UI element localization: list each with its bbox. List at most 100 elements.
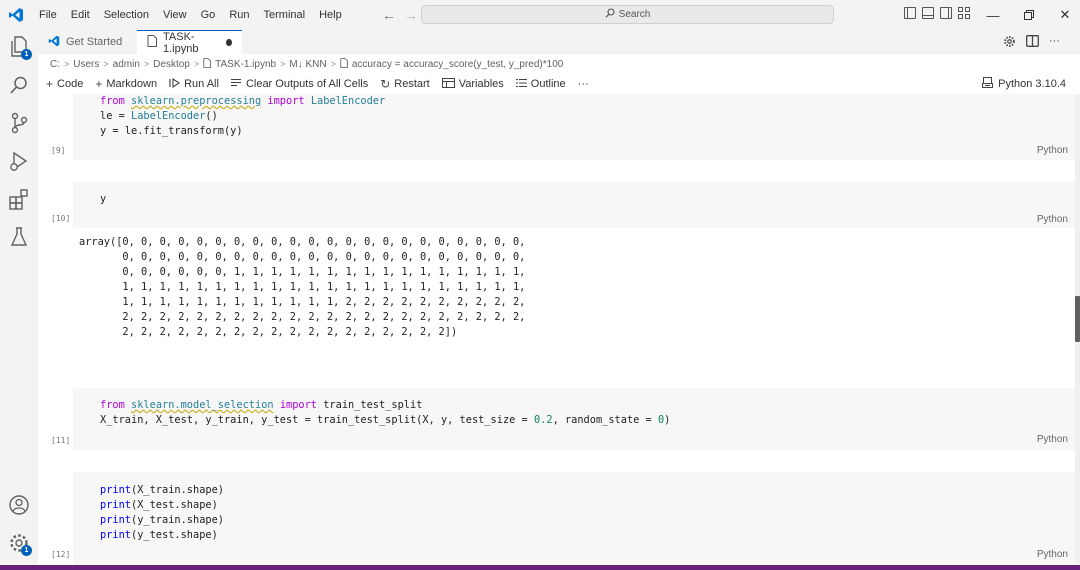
breadcrumb-item[interactable]: accuracy = accuracy_score(y_test, y_pred… — [352, 59, 564, 70]
execution-count: [12] — [51, 550, 71, 559]
gear-icon[interactable] — [1003, 35, 1016, 51]
editor-tabs: Get Started TASK-1.ipynb ··· — [38, 30, 1080, 55]
variables-button[interactable]: Variables — [441, 77, 504, 91]
layout-controls — [904, 7, 970, 19]
code-cell[interactable]: y Python — [73, 182, 1075, 228]
toggle-primary-sidebar-icon[interactable] — [904, 7, 916, 19]
explorer-icon[interactable]: 1 — [7, 35, 32, 60]
cell-language[interactable]: Python — [1037, 145, 1068, 156]
more-icon: ··· — [577, 78, 589, 90]
cell-output: array([0, 0, 0, 0, 0, 0, 0, 0, 0, 0, 0, … — [79, 236, 526, 338]
restore-icon[interactable] — [1011, 0, 1047, 30]
chevron-right-icon: > — [143, 59, 150, 69]
outline-button[interactable]: Outline — [515, 78, 566, 91]
cell-source[interactable]: from sklearn.model_selection import trai… — [73, 388, 1075, 428]
back-arrow-icon[interactable]: ← — [382, 7, 396, 23]
file-icon — [340, 57, 348, 71]
manage-gear-icon[interactable]: 1 — [7, 531, 32, 556]
menu-help[interactable]: Help — [312, 0, 349, 30]
notebook-editor: from sklearn.preprocessing import LabelE… — [38, 94, 1075, 565]
split-editor-icon[interactable] — [1026, 35, 1039, 51]
add-markdown-cell-button[interactable]: + Markdown — [95, 77, 157, 91]
testing-flask-icon[interactable] — [7, 225, 31, 249]
toggle-panel-icon[interactable] — [922, 7, 934, 19]
restart-label: Restart — [394, 78, 430, 90]
manage-badge: 1 — [21, 545, 32, 556]
add-code-cell-button[interactable]: + Code — [46, 77, 83, 91]
kernel-icon — [982, 77, 994, 91]
menu-file[interactable]: File — [32, 0, 64, 30]
file-icon — [203, 57, 212, 71]
kernel-picker[interactable]: Python 3.10.4 — [982, 77, 1066, 91]
restart-icon: ↻ — [380, 77, 391, 91]
extensions-icon[interactable] — [7, 187, 31, 211]
menu-go[interactable]: Go — [194, 0, 223, 30]
code-cell[interactable]: from sklearn.model_selection import trai… — [73, 388, 1075, 450]
breadcrumb-item[interactable]: admin — [113, 59, 140, 70]
breadcrumb-item[interactable]: C: — [50, 59, 60, 70]
breadcrumb-item[interactable]: M↓ KNN — [289, 59, 326, 70]
vscode-icon — [48, 35, 60, 50]
clear-outputs-button[interactable]: Clear Outputs of All Cells — [230, 78, 369, 91]
nav-arrows: ← → — [382, 0, 418, 30]
cell-language[interactable]: Python — [1037, 434, 1068, 445]
add-markdown-label: Markdown — [106, 78, 158, 90]
outline-list-icon — [515, 78, 527, 91]
menu-view[interactable]: View — [156, 0, 194, 30]
cell-source[interactable]: print(X_train.shape) print(X_test.shape)… — [73, 472, 1075, 543]
tab-task-1-ipynb[interactable]: TASK-1.ipynb — [137, 30, 242, 55]
accounts-icon[interactable] — [7, 493, 31, 517]
execution-count: [9] — [51, 146, 66, 155]
chevron-right-icon: > — [330, 59, 336, 69]
variables-label: Variables — [458, 78, 504, 90]
minimize-icon[interactable]: — — [975, 0, 1011, 30]
notebook-toolbar: + Code + Markdown Run All Clear Outputs … — [38, 74, 1080, 94]
clear-all-icon — [230, 78, 242, 91]
plus-icon: + — [46, 77, 54, 91]
more-actions-icon[interactable]: ··· — [1049, 35, 1060, 51]
file-icon — [147, 35, 157, 50]
menu-run[interactable]: Run — [222, 0, 256, 30]
plus-icon: + — [95, 77, 103, 91]
execution-count: [11] — [51, 436, 71, 445]
breadcrumb-item[interactable]: Desktop — [153, 59, 190, 70]
cell-language[interactable]: Python — [1037, 549, 1068, 560]
menu-edit[interactable]: Edit — [64, 0, 97, 30]
tab-actions: ··· — [1003, 35, 1060, 51]
status-bar — [0, 565, 1080, 570]
cell-source[interactable]: y — [73, 182, 1075, 207]
run-all-icon — [169, 77, 181, 91]
code-cell[interactable]: from sklearn.preprocessing import LabelE… — [73, 94, 1075, 160]
close-window-icon[interactable]: ✕ — [1047, 0, 1080, 30]
chevron-right-icon: > — [280, 59, 286, 69]
more-toolbar-button[interactable]: ··· — [578, 78, 589, 90]
cell-source[interactable]: from sklearn.preprocessing import LabelE… — [73, 94, 1075, 139]
menu-terminal[interactable]: Terminal — [257, 0, 313, 30]
run-debug-icon[interactable] — [7, 149, 31, 173]
source-control-icon[interactable] — [7, 111, 31, 135]
vertical-scrollbar[interactable] — [1075, 94, 1080, 565]
menu-selection[interactable]: Selection — [97, 0, 156, 30]
customize-layout-icon[interactable] — [958, 7, 970, 19]
run-all-button[interactable]: Run All — [169, 77, 219, 91]
command-center-search[interactable]: Search — [421, 5, 834, 24]
breadcrumb-item[interactable]: Users — [73, 59, 99, 70]
restart-button[interactable]: ↻ Restart — [380, 77, 430, 91]
breadcrumb-item[interactable]: TASK-1.ipynb — [215, 59, 276, 70]
search-icon — [605, 8, 615, 21]
forward-arrow-icon[interactable]: → — [404, 7, 418, 23]
activity-bar: 1 1 — [0, 30, 38, 565]
tab-get-started[interactable]: Get Started — [38, 30, 137, 54]
vscode-logo-icon — [2, 0, 30, 30]
add-code-label: Code — [57, 78, 84, 90]
search-view-icon[interactable] — [7, 73, 31, 97]
unsaved-dot-icon[interactable] — [226, 39, 232, 46]
clear-outputs-label: Clear Outputs of All Cells — [245, 78, 369, 90]
search-label: Search — [618, 9, 651, 20]
code-cell[interactable]: print(X_train.shape) print(X_test.shape)… — [73, 472, 1075, 565]
tab-label: Get Started — [66, 36, 123, 48]
cell-language[interactable]: Python — [1037, 214, 1068, 225]
toggle-secondary-sidebar-icon[interactable] — [940, 7, 952, 19]
tab-label: TASK-1.ipynb — [163, 30, 199, 55]
scrollbar-thumb[interactable] — [1075, 296, 1080, 342]
